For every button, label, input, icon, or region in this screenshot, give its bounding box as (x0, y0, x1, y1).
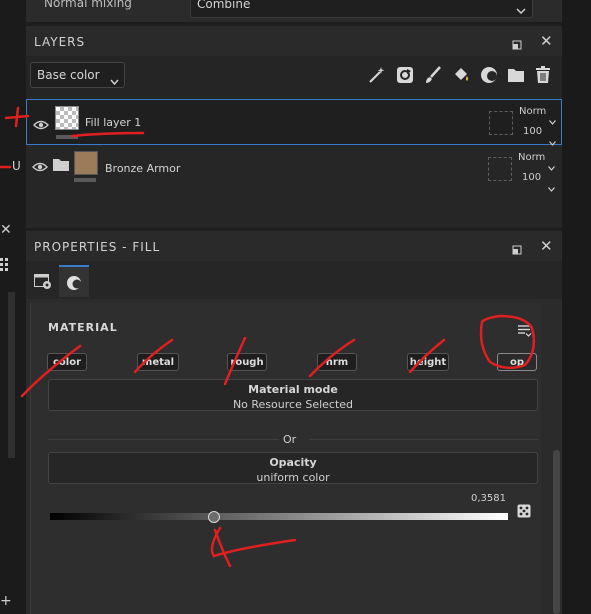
material-sphere-icon (66, 275, 82, 295)
settings-sheet-icon (34, 274, 52, 294)
material-mode-title: Material mode (248, 383, 338, 396)
thumbnail-mask-bar (74, 178, 96, 182)
properties-body: MATERIAL color metal rough nrm height op… (26, 299, 562, 614)
mixing-dropdown-value: Combine (197, 0, 251, 11)
randomize-icon[interactable] (517, 503, 531, 522)
eye-icon[interactable] (33, 115, 49, 134)
left-close-icon[interactable]: ✕ (0, 222, 12, 238)
grid-icon[interactable] (0, 258, 10, 272)
tab-material[interactable] (59, 265, 89, 297)
refresh-icon[interactable] (396, 66, 414, 88)
mask-slot[interactable] (489, 111, 513, 135)
properties-scrollbar[interactable] (553, 450, 560, 614)
chevron-down-icon (110, 70, 119, 89)
or-label: Or (283, 433, 297, 446)
folder-icon[interactable] (507, 66, 525, 88)
eye-icon[interactable] (32, 157, 48, 176)
chevron-down-icon (548, 156, 555, 175)
layer-row-fill-layer-1[interactable]: Fill layer 1 Norm 100 (26, 99, 562, 146)
channel-toggle-height[interactable]: height (407, 353, 449, 371)
opacity-slot-subtitle: uniform color (256, 471, 330, 484)
blend-mode-dropdown[interactable]: Norm (518, 152, 545, 163)
trash-icon[interactable] (534, 66, 552, 88)
slider-midpoint-tick (259, 513, 260, 520)
channel-toggle-metal[interactable]: metal (137, 353, 179, 371)
material-section-title: MATERIAL (48, 321, 118, 334)
chevron-down-icon (516, 0, 526, 18)
channel-toggle-nrm[interactable]: nrm (317, 353, 357, 371)
layer-name[interactable]: Bronze Armor (105, 162, 180, 175)
opacity-slot-title: Opacity (269, 456, 317, 469)
layers-toolbar: Base color (26, 56, 562, 96)
blend-mode-dropdown[interactable]: Norm (519, 106, 546, 117)
channel-toggle-color[interactable]: color (47, 353, 87, 371)
material-mode-slot[interactable]: Material mode No Resource Selected (48, 379, 538, 411)
slider-handle[interactable] (208, 511, 220, 523)
layers-list: Fill layer 1 Norm 100 Bronze Armor Norm … (26, 96, 562, 228)
channel-dropdown[interactable]: Base color (30, 62, 125, 88)
divider (48, 439, 279, 440)
opacity-value-readout[interactable]: 0,3581 (471, 493, 506, 504)
left-u-label: U (12, 159, 21, 173)
mixing-dropdown[interactable]: Combine (190, 0, 533, 18)
tab-fill-settings[interactable] (28, 265, 58, 297)
fill-bucket-icon[interactable] (452, 66, 470, 88)
material-mode-subtitle: No Resource Selected (232, 398, 354, 411)
layer-opacity-value[interactable]: 100 (523, 126, 542, 137)
layer-row-bronze-armor[interactable]: Bronze Armor Norm 100 (26, 146, 562, 192)
thumbnail-mask-bar (56, 135, 78, 139)
channel-toggle-rough[interactable]: rough (227, 353, 267, 371)
bronze-armor-thumbnail[interactable] (74, 151, 98, 175)
channel-dropdown-value: Base color (37, 68, 100, 82)
properties-tabs (26, 261, 562, 299)
layers-panel-title: LAYERS (34, 35, 86, 49)
opacity-gradient-slider[interactable] (50, 513, 508, 520)
properties-panel-title: PROPERTIES - FILL (34, 240, 161, 254)
fill-layer-thumbnail[interactable] (55, 106, 79, 130)
material-section: MATERIAL color metal rough nrm height op… (30, 303, 541, 614)
close-icon[interactable]: ✕ (540, 237, 553, 255)
layer-opacity-value[interactable]: 100 (522, 172, 541, 183)
layer-name[interactable]: Fill layer 1 (85, 116, 141, 129)
right-dock-column (562, 0, 591, 614)
left-plus-icon[interactable]: + (0, 593, 12, 609)
brush-icon[interactable] (424, 66, 442, 88)
folder-icon (53, 156, 69, 175)
opacity-slot[interactable]: Opacity uniform color (48, 452, 538, 484)
chevron-down-icon (549, 110, 556, 129)
mask-slot[interactable] (488, 157, 512, 181)
float-panel-icon[interactable] (512, 240, 522, 259)
properties-panel-header: PROPERTIES - FILL ✕ (26, 231, 562, 261)
chevron-down-icon (548, 177, 555, 196)
mixing-label: Normal mixing (44, 0, 132, 10)
left-scrollbar[interactable] (8, 292, 15, 458)
close-icon[interactable]: ✕ (540, 32, 553, 50)
mask-icon[interactable] (480, 66, 498, 88)
float-panel-icon[interactable] (512, 35, 522, 54)
menu-dropdown-icon[interactable] (518, 322, 532, 341)
divider (309, 439, 538, 440)
magic-wand-icon[interactable] (368, 66, 386, 88)
channel-toggle-op[interactable]: op (497, 353, 537, 371)
layers-panel-header: LAYERS ✕ (26, 26, 562, 56)
